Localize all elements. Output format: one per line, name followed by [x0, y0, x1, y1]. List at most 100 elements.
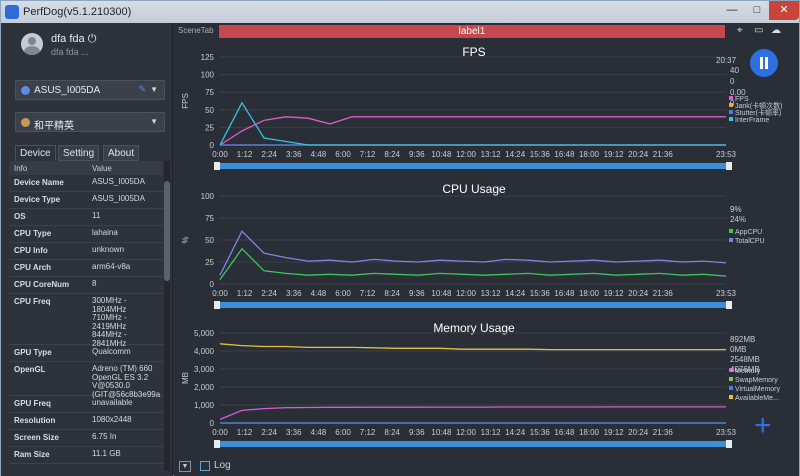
range-handle-left[interactable] — [214, 301, 220, 309]
link-icon[interactable]: ✎ — [138, 84, 146, 95]
table-row[interactable]: GPU Type Qualcomm — [9, 345, 163, 362]
table-row[interactable]: Device Type ASUS_I005DA — [9, 192, 163, 209]
charts-area: FPS1251007550250FPS0:00 1:12 2:24 3:36 4:48 6… — [181, 45, 782, 448]
x-tick-label: 6:00 — [335, 428, 351, 437]
y-tick-label: 50 — [205, 236, 214, 245]
row-key: Screen Size — [14, 433, 59, 442]
legend-label: Stutter(卡顿率) — [735, 108, 781, 117]
x-tick-label: 16:48 — [554, 289, 575, 298]
table-row[interactable]: Device Name ASUS_I005DA — [9, 175, 163, 192]
device-select-value: ASUS_I005DA — [34, 85, 101, 96]
table-scrollbar[interactable] — [164, 161, 170, 471]
y-tick-label: 4,000 — [194, 347, 215, 356]
header-value: Value — [92, 164, 112, 173]
y-tick-label: 100 — [201, 71, 215, 80]
header-info: Info — [14, 164, 28, 173]
y-tick-label: 1,000 — [194, 401, 215, 410]
right-panel: SceneTab label1 ⌖ ▭ ☁ FPS 125 100 75 50 25 0 FP… — [174, 23, 799, 476]
y-tick-label: 25 — [205, 123, 214, 132]
row-key: GPU Type — [14, 348, 52, 357]
scrollbar-thumb[interactable] — [164, 181, 170, 281]
range-handle-left[interactable] — [214, 440, 220, 448]
x-tick-label: 0:00 — [212, 150, 228, 159]
tab-setting[interactable]: Setting — [58, 145, 100, 161]
table-row[interactable]: CPU CoreNum 8 — [9, 277, 163, 294]
series-line-0 — [219, 116, 726, 146]
app-window: PerfDog(v5.1.210300) — □ ✕ dfa fda ⏻ dfa… — [0, 0, 800, 476]
table-row[interactable]: CPU Arch arm64-v8a — [9, 260, 163, 277]
table-row[interactable]: OS 11 — [9, 209, 163, 226]
x-tick-label: 8:24 — [384, 150, 400, 159]
table-row[interactable]: CPU Type lahaina — [9, 226, 163, 243]
value-readout: 4076MB — [730, 365, 760, 374]
add-button[interactable]: + — [754, 411, 772, 441]
table-row[interactable]: CPU Info unknown — [9, 243, 163, 260]
y-tick-label: 100 — [201, 192, 215, 201]
x-tick-label: 18:00 — [579, 289, 600, 298]
x-tick-label: 21:36 — [653, 428, 674, 437]
table-row[interactable]: CPU Freq 300MHz - 1804MHz 710MHz - 2419MH… — [9, 294, 163, 347]
row-key: Device Name — [14, 178, 64, 187]
row-key: CPU Type — [14, 229, 52, 238]
app-select[interactable]: 和平精英 ▼ — [15, 112, 165, 132]
x-tick-label: 15:36 — [530, 289, 551, 298]
x-tick-label: 1:12 — [237, 428, 253, 437]
row-value: Adreno (TM) 660 OpenGL ES 3.2 V@0530.0 (… — [92, 364, 161, 399]
table-row[interactable]: GPU Freq unavailable — [9, 396, 163, 413]
value-readout: 40 — [730, 66, 739, 75]
x-tick-label: 0:00 — [212, 289, 228, 298]
x-tick-label: 4:48 — [311, 150, 327, 159]
x-tick-label: 19:12 — [604, 428, 625, 437]
row-key: Ram Size — [14, 450, 50, 459]
range-slider[interactable] — [214, 441, 732, 447]
maximize-button[interactable]: □ — [745, 1, 769, 20]
tab-about[interactable]: About — [103, 145, 140, 161]
range-slider[interactable] — [214, 163, 732, 169]
x-tick-label: 1:12 — [237, 150, 253, 159]
x-tick-label: 16:48 — [554, 150, 575, 159]
avatar[interactable] — [21, 33, 43, 55]
x-tick-label: 12:00 — [456, 428, 477, 437]
range-handle-right[interactable] — [726, 162, 732, 170]
y-axis-label: MB — [181, 372, 190, 384]
app-icon — [21, 118, 30, 127]
x-tick-label: 12:00 — [456, 289, 477, 298]
close-button[interactable]: ✕ — [769, 1, 799, 20]
row-key: CPU CoreNum — [14, 280, 70, 289]
x-tick-label: 10:48 — [431, 289, 452, 298]
range-handle-right[interactable] — [726, 301, 732, 309]
series-line-0 — [219, 247, 727, 280]
y-tick-label: 0 — [210, 419, 215, 428]
table-row[interactable]: Ram Size 11.1 GB — [9, 447, 163, 464]
window-title: PerfDog(v5.1.210300) — [23, 6, 132, 18]
x-tick-label: 0:00 — [212, 428, 228, 437]
row-value: arm64-v8a — [92, 262, 131, 271]
value-readout: 2548MB — [730, 355, 760, 364]
table-row[interactable]: OpenGL Adreno (TM) 660 OpenGL ES 3.2 V@05… — [9, 362, 163, 399]
left-panel: dfa fda ⏻ dfa fda ... ASUS_I005DA ✎ ▼ 和平… — [1, 23, 173, 476]
log-checkbox[interactable] — [200, 461, 210, 471]
app-select-value: 和平精英 — [34, 121, 74, 132]
range-handle-right[interactable] — [726, 440, 732, 448]
x-tick-label: 18:00 — [579, 150, 600, 159]
minimize-button[interactable]: — — [719, 1, 745, 20]
pause-button[interactable] — [750, 49, 778, 77]
tab-device[interactable]: Device — [15, 145, 56, 161]
row-value: 6.75 In — [92, 432, 117, 441]
device-select[interactable]: ASUS_I005DA ✎ ▼ — [15, 80, 165, 100]
x-tick-label: 1:12 — [237, 289, 253, 298]
y-tick-label: 125 — [201, 53, 215, 62]
x-tick-label: 23:53 — [716, 289, 737, 298]
user-name[interactable]: dfa fda ⏻ — [51, 33, 96, 46]
table-row[interactable]: Resolution 1080x2448 — [9, 413, 163, 430]
range-slider[interactable] — [214, 302, 732, 308]
x-tick-label: 7:12 — [360, 150, 376, 159]
x-tick-label: 12:00 — [456, 150, 477, 159]
x-tick-label: 15:36 — [530, 150, 551, 159]
x-tick-label: 3:36 — [286, 150, 302, 159]
table-row[interactable]: Screen Size 6.75 In — [9, 430, 163, 447]
range-handle-left[interactable] — [214, 162, 220, 170]
expand-dropdown-icon[interactable]: ▼ — [179, 461, 191, 472]
x-tick-label: 7:12 — [360, 289, 376, 298]
legend-label: InterFrame — [735, 117, 769, 124]
